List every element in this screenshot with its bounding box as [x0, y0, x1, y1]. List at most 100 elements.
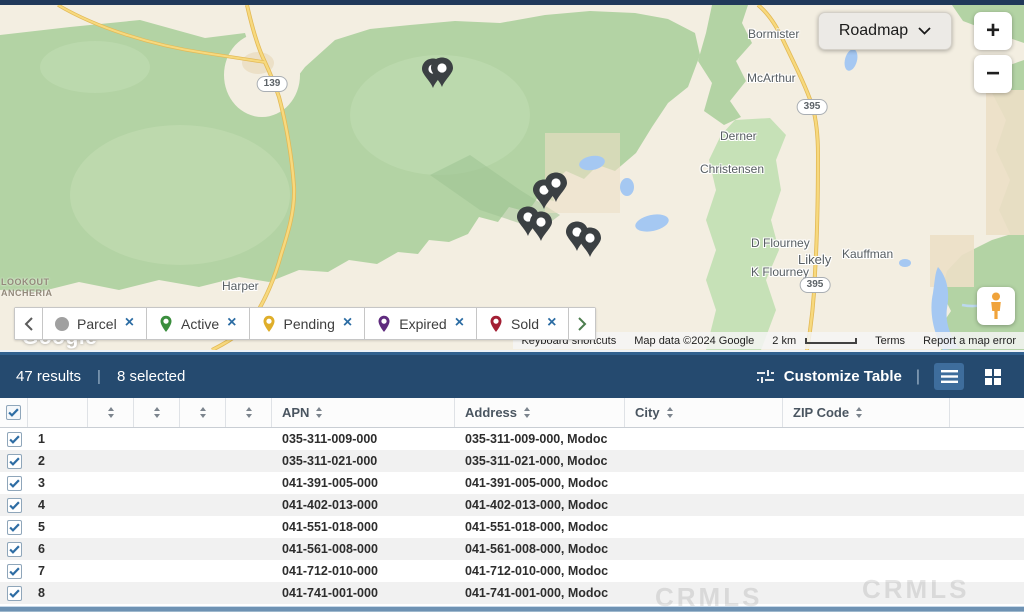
map-label-k-flourney: K Flourney [751, 265, 809, 279]
remove-pending-filter-button[interactable]: × [343, 315, 352, 333]
cell-address: 035-311-009-000, Modoc [455, 432, 625, 446]
table-row[interactable]: 5 041-551-018-000 041-551-018-000, Modoc [0, 516, 1024, 538]
map-label-d-flourney: D Flourney [751, 236, 810, 250]
cell-address: 041-741-001-000, Modoc [455, 586, 625, 600]
row-number: 2 [28, 454, 88, 468]
check-icon [9, 545, 20, 554]
customize-table-button[interactable]: Customize Table [756, 368, 902, 385]
map-pin[interactable] [533, 180, 555, 210]
row-checkbox[interactable] [7, 454, 22, 469]
map-canvas[interactable]: Bormister McArthur Derner Christensen D … [0, 5, 1024, 350]
filter-chip-sold[interactable]: Sold × [476, 308, 568, 339]
cell-address: 041-402-013-000, Modoc [455, 498, 625, 512]
cell-apn: 041-402-013-000 [272, 498, 455, 512]
app: Bormister McArthur Derner Christensen D … [0, 0, 1024, 612]
map-label-harper: Harper [222, 279, 259, 293]
map-pin[interactable] [431, 58, 453, 88]
map-pin[interactable] [579, 228, 601, 258]
column-header-zip[interactable]: ZIP Code [783, 398, 950, 427]
cell-apn: 035-311-021-000 [272, 454, 455, 468]
column-header-city[interactable]: City [625, 398, 783, 427]
terms-link[interactable]: Terms [875, 335, 905, 347]
remove-active-filter-button[interactable]: × [227, 315, 236, 333]
table-row[interactable]: 8 041-741-001-000 041-741-001-000, Modoc [0, 582, 1024, 604]
check-icon [8, 408, 19, 417]
cell-apn: 035-311-009-000 [272, 432, 455, 446]
list-view-button[interactable] [934, 363, 964, 390]
row-number: 7 [28, 564, 88, 578]
results-count: 47 results [16, 368, 81, 385]
row-checkbox[interactable] [7, 498, 22, 513]
map-label-christensen: Christensen [700, 162, 764, 176]
row-number: 5 [28, 520, 88, 534]
column-header-sort-4[interactable] [226, 398, 272, 427]
sort-icon [245, 407, 253, 418]
chips-next-button[interactable] [568, 308, 595, 339]
zoom-in-button[interactable]: + [974, 12, 1012, 50]
map-scale: 2 km [772, 335, 857, 347]
filter-chip-pending[interactable]: Pending × [249, 308, 365, 339]
scrollbar-thumb[interactable] [0, 606, 1024, 612]
cell-address: 041-551-018-000, Modoc [455, 520, 625, 534]
filter-chip-active[interactable]: Active × [146, 308, 248, 339]
table-row[interactable]: 7 041-712-010-000 041-712-010-000, Modoc [0, 560, 1024, 582]
table-row[interactable]: 3 041-391-005-000 041-391-005-000, Modoc [0, 472, 1024, 494]
column-header-sort-2[interactable] [134, 398, 180, 427]
row-number: 3 [28, 476, 88, 490]
sort-icon [855, 407, 863, 418]
grid-view-icon [985, 369, 1001, 385]
table-row[interactable]: 2 035-311-021-000 035-311-021-000, Modoc [0, 450, 1024, 472]
row-checkbox[interactable] [7, 520, 22, 535]
filter-chip-parcel[interactable]: Parcel × [42, 308, 146, 339]
map-type-button[interactable]: Roadmap [818, 12, 952, 50]
check-icon [9, 479, 20, 488]
chips-prev-button[interactable] [15, 308, 42, 339]
row-checkbox[interactable] [7, 476, 22, 491]
report-map-error-link[interactable]: Report a map error [923, 335, 1016, 347]
grid-view-button[interactable] [978, 363, 1008, 390]
zoom-out-button[interactable]: − [974, 55, 1012, 93]
map-label-mcarthur: McArthur [747, 71, 796, 85]
row-checkbox[interactable] [7, 564, 22, 579]
column-header-address[interactable]: Address [455, 398, 625, 427]
expired-pin-icon [377, 315, 391, 333]
map-pin[interactable] [422, 59, 444, 89]
remove-parcel-filter-button[interactable]: × [125, 315, 134, 333]
map-pin[interactable] [566, 222, 588, 252]
active-pin-icon [159, 315, 173, 333]
cell-address: 041-712-010-000, Modoc [455, 564, 625, 578]
cell-address: 041-391-005-000, Modoc [455, 476, 625, 490]
chevron-left-icon [24, 317, 33, 331]
sort-icon [199, 407, 207, 418]
map-pin[interactable] [517, 207, 539, 237]
route-shield-139: 139 [257, 76, 288, 92]
row-checkbox[interactable] [7, 542, 22, 557]
select-all-checkbox[interactable] [6, 405, 21, 420]
scale-bar [805, 338, 857, 344]
row-checkbox[interactable] [7, 432, 22, 447]
sort-icon [666, 407, 674, 418]
remove-sold-filter-button[interactable]: × [547, 315, 556, 333]
map-pin[interactable] [545, 173, 567, 203]
check-icon [9, 501, 20, 510]
table-row[interactable]: 4 041-402-013-000 041-402-013-000, Modoc [0, 494, 1024, 516]
column-header-sort-3[interactable] [180, 398, 226, 427]
column-header-sort-1[interactable] [88, 398, 134, 427]
map-terrain [0, 5, 1024, 350]
column-header-apn[interactable]: APN [272, 398, 455, 427]
row-checkbox[interactable] [7, 586, 22, 601]
filter-chip-expired[interactable]: Expired × [364, 308, 476, 339]
map-type-label: Roadmap [839, 22, 908, 40]
remove-expired-filter-button[interactable]: × [455, 315, 464, 333]
pegman-button[interactable] [977, 287, 1015, 325]
table-row[interactable]: 1 035-311-009-000 035-311-009-000, Modoc [0, 428, 1024, 450]
map-pin[interactable] [530, 212, 552, 242]
table-row[interactable]: 6 041-561-008-000 041-561-008-000, Modoc [0, 538, 1024, 560]
results-header-bar: 47 results | 8 selected Customize Table … [0, 352, 1024, 398]
check-icon [9, 589, 20, 598]
horizontal-scrollbar[interactable] [0, 606, 1024, 612]
cell-address: 035-311-021-000, Modoc [455, 454, 625, 468]
sort-icon [153, 407, 161, 418]
cell-apn: 041-561-008-000 [272, 542, 455, 556]
sold-pin-icon [489, 315, 503, 333]
